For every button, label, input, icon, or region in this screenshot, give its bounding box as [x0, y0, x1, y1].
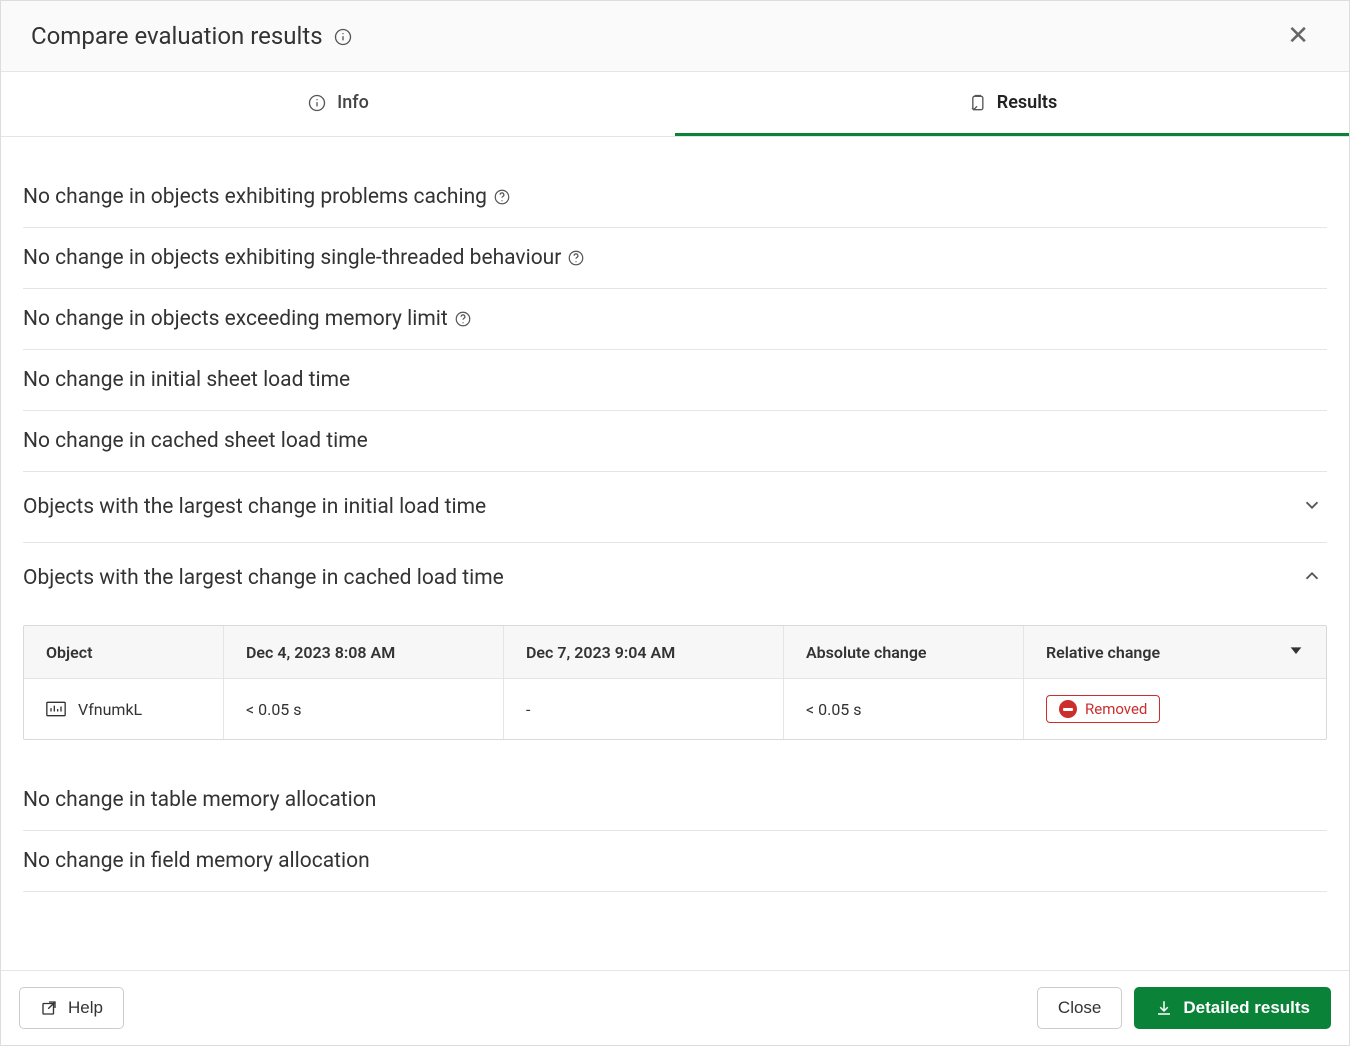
- cached-load-time-table: Object Dec 4, 2023 8:08 AM Dec 7, 2023 9…: [23, 625, 1327, 740]
- section-initial-sheet-load-label: No change in initial sheet load time: [23, 368, 350, 392]
- section-cached-sheet-load-label: No change in cached sheet load time: [23, 429, 368, 453]
- tab-results[interactable]: Results: [675, 72, 1349, 136]
- section-memory-limit-label: No change in objects exceeding memory li…: [23, 307, 448, 331]
- sort-desc-icon: [1288, 642, 1304, 662]
- bar-chart-icon: [46, 701, 66, 717]
- tab-info-label: Info: [337, 92, 369, 113]
- th-object[interactable]: Object: [24, 626, 224, 678]
- section-largest-cached-label: Objects with the largest change in cache…: [23, 566, 504, 590]
- removed-badge: Removed: [1046, 695, 1160, 723]
- info-icon: [307, 93, 327, 113]
- help-button[interactable]: Help: [19, 987, 124, 1029]
- section-largest-initial-label: Objects with the largest change in initi…: [23, 495, 486, 519]
- cell-object-name: VfnumkL: [78, 700, 142, 719]
- tab-info[interactable]: Info: [1, 72, 675, 136]
- cell-object: VfnumkL: [24, 679, 224, 739]
- section-field-memory: No change in field memory allocation: [23, 831, 1327, 892]
- th-relative[interactable]: Relative change: [1024, 626, 1326, 678]
- cell-rel: Removed: [1024, 679, 1326, 739]
- compare-results-dialog: Compare evaluation results ✕ Info Result…: [0, 0, 1350, 1046]
- external-link-icon: [40, 999, 58, 1017]
- removed-icon: [1059, 700, 1077, 718]
- section-largest-cached[interactable]: Objects with the largest change in cache…: [23, 543, 1327, 613]
- detailed-results-button[interactable]: Detailed results: [1134, 987, 1331, 1029]
- close-button-label: Close: [1058, 998, 1101, 1018]
- cell-abs: < 0.05 s: [784, 679, 1024, 739]
- help-icon[interactable]: [454, 310, 472, 328]
- download-icon: [1155, 999, 1173, 1017]
- section-single-threaded: No change in objects exhibiting single-t…: [23, 228, 1327, 289]
- dialog-title: Compare evaluation results: [31, 22, 323, 50]
- table-header-row: Object Dec 4, 2023 8:08 AM Dec 7, 2023 9…: [24, 626, 1326, 678]
- dialog-footer: Help Close Detailed results: [1, 970, 1349, 1045]
- chevron-down-icon: [1297, 490, 1327, 524]
- tab-results-label: Results: [997, 92, 1057, 113]
- chevron-up-icon: [1297, 561, 1327, 595]
- section-table-memory: No change in table memory allocation: [23, 770, 1327, 831]
- section-caching-label: No change in objects exhibiting problems…: [23, 185, 487, 209]
- section-table-memory-label: No change in table memory allocation: [23, 788, 376, 812]
- tabs: Info Results: [1, 72, 1349, 137]
- help-button-label: Help: [68, 998, 103, 1018]
- removed-badge-label: Removed: [1085, 700, 1147, 718]
- dialog-header: Compare evaluation results ✕: [1, 1, 1349, 72]
- cell-v1: < 0.05 s: [224, 679, 504, 739]
- close-icon[interactable]: ✕: [1277, 19, 1319, 53]
- help-icon[interactable]: [567, 249, 585, 267]
- clipboard-check-icon: [967, 93, 987, 113]
- info-icon[interactable]: [333, 27, 353, 47]
- section-cached-sheet-load: No change in cached sheet load time: [23, 411, 1327, 472]
- section-field-memory-label: No change in field memory allocation: [23, 849, 370, 873]
- th-date2[interactable]: Dec 7, 2023 9:04 AM: [504, 626, 784, 678]
- section-largest-initial[interactable]: Objects with the largest change in initi…: [23, 472, 1327, 543]
- section-caching: No change in objects exhibiting problems…: [23, 167, 1327, 228]
- help-icon[interactable]: [493, 188, 511, 206]
- detailed-results-label: Detailed results: [1183, 998, 1310, 1018]
- close-button[interactable]: Close: [1037, 987, 1122, 1029]
- cell-v2: -: [504, 679, 784, 739]
- results-content: No change in objects exhibiting problems…: [1, 137, 1349, 970]
- th-absolute[interactable]: Absolute change: [784, 626, 1024, 678]
- section-single-threaded-label: No change in objects exhibiting single-t…: [23, 246, 561, 270]
- table-row[interactable]: VfnumkL < 0.05 s - < 0.05 s Removed: [24, 678, 1326, 739]
- th-date1[interactable]: Dec 4, 2023 8:08 AM: [224, 626, 504, 678]
- section-memory-limit: No change in objects exceeding memory li…: [23, 289, 1327, 350]
- section-initial-sheet-load: No change in initial sheet load time: [23, 350, 1327, 411]
